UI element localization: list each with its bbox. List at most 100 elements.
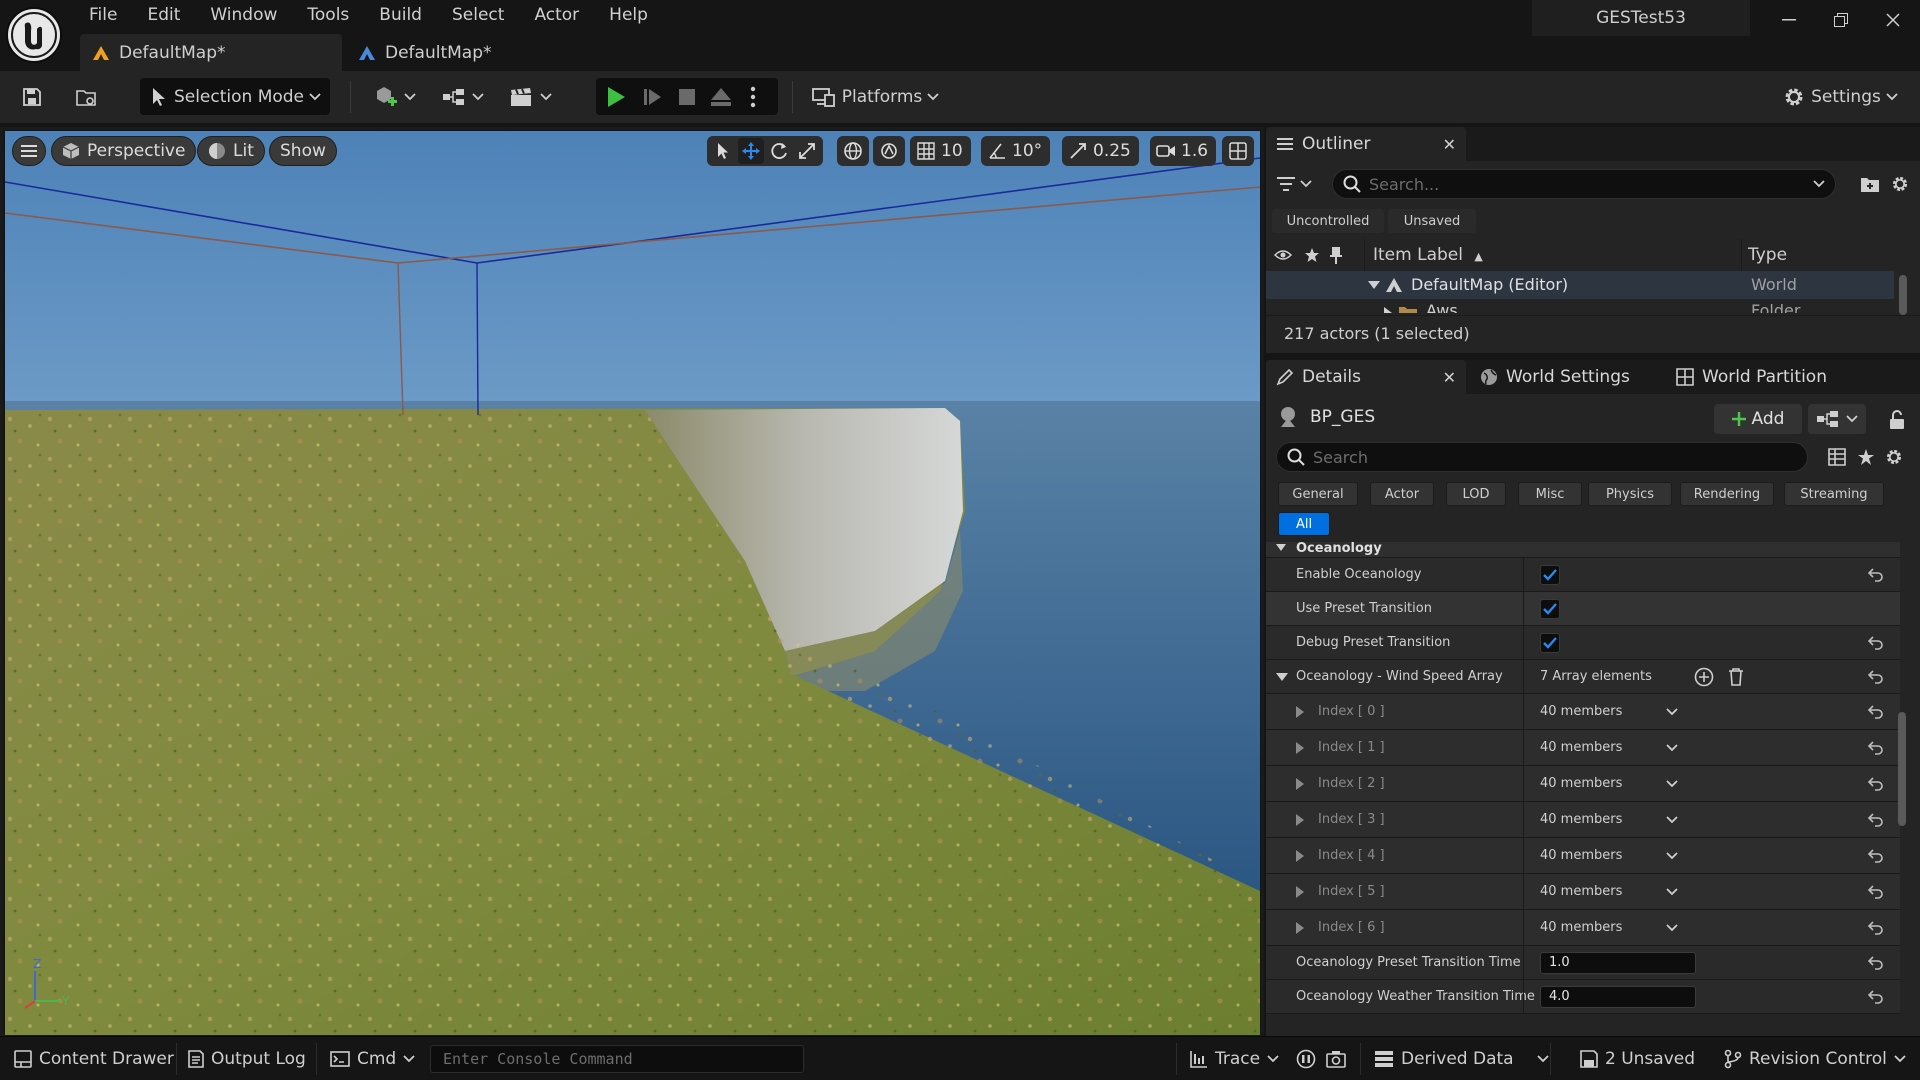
level-viewport[interactable]: Perspective Lit Show 10 10° 0.25 1.6 Z Y bbox=[5, 131, 1260, 1035]
stop-button[interactable] bbox=[670, 88, 704, 106]
reset-to-default-icon[interactable] bbox=[1868, 635, 1884, 650]
favorite-column-icon[interactable] bbox=[1304, 247, 1320, 263]
scale-snap-toggle[interactable] bbox=[1065, 138, 1091, 164]
add-element-icon[interactable] bbox=[1694, 667, 1714, 687]
trace-dropdown[interactable]: Trace bbox=[1190, 1037, 1279, 1080]
surface-snap-toggle[interactable] bbox=[876, 138, 902, 164]
reset-to-default-icon[interactable] bbox=[1868, 704, 1884, 719]
collapsed-arrow-icon[interactable] bbox=[1296, 849, 1304, 862]
coordinate-system-button[interactable] bbox=[837, 136, 869, 166]
output-log-button[interactable]: Output Log bbox=[188, 1037, 306, 1080]
scale-tool-button[interactable] bbox=[794, 138, 820, 164]
tab-world-partition[interactable]: World Partition bbox=[1666, 360, 1886, 394]
select-tool-button[interactable] bbox=[710, 138, 736, 164]
tab-defaultmap-secondary[interactable]: DefaultMap* bbox=[346, 34, 504, 71]
reset-to-default-icon[interactable] bbox=[1868, 989, 1884, 1004]
restore-button[interactable] bbox=[1816, 0, 1866, 40]
selection-mode-dropdown[interactable]: Selection Mode bbox=[140, 78, 330, 115]
reset-to-default-icon[interactable] bbox=[1868, 848, 1884, 863]
collapsed-arrow-icon[interactable] bbox=[1296, 813, 1304, 826]
outliner-row[interactable]: Aws Folder bbox=[1266, 299, 1894, 313]
outliner-search-input[interactable]: Search... bbox=[1332, 169, 1836, 199]
column-divider[interactable] bbox=[1523, 558, 1524, 1014]
add-component-button[interactable]: Add bbox=[1714, 404, 1802, 434]
enable-oceanology-checkbox[interactable] bbox=[1540, 564, 1560, 585]
filter-actor[interactable]: Actor bbox=[1370, 482, 1434, 506]
blueprint-options-button[interactable] bbox=[1808, 404, 1866, 434]
reset-to-default-icon[interactable] bbox=[1868, 567, 1884, 582]
camera-speed-control[interactable]: 1.6 bbox=[1150, 136, 1217, 166]
reset-to-default-icon[interactable] bbox=[1868, 955, 1884, 970]
unreal-logo-icon[interactable] bbox=[6, 7, 62, 63]
filter-lod[interactable]: LOD bbox=[1446, 482, 1506, 506]
collapsed-arrow-icon[interactable] bbox=[1296, 885, 1304, 898]
reset-to-default-icon[interactable] bbox=[1868, 812, 1884, 827]
reset-to-default-icon[interactable] bbox=[1868, 920, 1884, 935]
reset-to-default-icon[interactable] bbox=[1868, 740, 1884, 755]
play-button[interactable] bbox=[596, 86, 636, 108]
lit-dropdown[interactable]: Lit bbox=[197, 136, 265, 166]
gear-icon[interactable] bbox=[1884, 447, 1904, 467]
add-folder-button[interactable] bbox=[1860, 175, 1880, 193]
reset-to-default-icon[interactable] bbox=[1868, 776, 1884, 791]
expand-arrow-icon[interactable] bbox=[1276, 672, 1288, 681]
rotation-snap-toggle[interactable] bbox=[984, 138, 1010, 164]
close-icon[interactable]: ✕ bbox=[1443, 368, 1456, 387]
cinematics-button[interactable] bbox=[504, 78, 556, 115]
item-label-column-header[interactable]: Item Label ▲ bbox=[1364, 239, 1483, 271]
outliner-row-selected[interactable]: DefaultMap (Editor) World bbox=[1266, 271, 1894, 299]
filter-general[interactable]: General bbox=[1278, 482, 1358, 506]
save-button[interactable] bbox=[14, 78, 50, 115]
advance-frame-button[interactable] bbox=[636, 87, 670, 107]
screenshot-button[interactable] bbox=[1326, 1037, 1346, 1080]
collapsed-arrow-icon[interactable] bbox=[1296, 777, 1304, 790]
menu-build[interactable]: Build bbox=[364, 2, 437, 28]
close-window-button[interactable] bbox=[1868, 0, 1918, 40]
visibility-column-icon[interactable] bbox=[1274, 249, 1292, 261]
chevron-down-icon[interactable] bbox=[1666, 815, 1678, 824]
filter-unsaved-button[interactable]: Unsaved bbox=[1388, 209, 1476, 233]
record-button[interactable] bbox=[1296, 1037, 1316, 1080]
translate-tool-button[interactable] bbox=[738, 138, 764, 164]
collapsed-arrow-icon[interactable] bbox=[1384, 307, 1392, 313]
browse-button[interactable] bbox=[68, 78, 104, 115]
menu-window[interactable]: Window bbox=[195, 2, 292, 28]
viewport-menu-button[interactable] bbox=[12, 136, 46, 166]
pin-column-icon[interactable] bbox=[1330, 246, 1342, 264]
table-view-icon[interactable] bbox=[1828, 448, 1846, 466]
chevron-down-icon[interactable] bbox=[1666, 707, 1678, 716]
collapsed-arrow-icon[interactable] bbox=[1296, 705, 1304, 718]
layout-toggle[interactable] bbox=[1225, 138, 1251, 164]
scale-snap-control[interactable]: 0.25 bbox=[1062, 136, 1139, 166]
unsaved-button[interactable]: 2 Unsaved bbox=[1580, 1037, 1695, 1080]
chevron-down-icon[interactable] bbox=[1666, 923, 1678, 932]
outliner-settings-button[interactable] bbox=[1890, 174, 1910, 194]
cmd-dropdown[interactable]: Cmd bbox=[330, 1037, 415, 1080]
tab-defaultmap-active[interactable]: DefaultMap* bbox=[80, 34, 342, 71]
weather-transition-time-input[interactable]: 4.0 bbox=[1540, 985, 1696, 1008]
use-preset-transition-checkbox[interactable] bbox=[1540, 598, 1560, 619]
tab-outliner[interactable]: Outliner ✕ bbox=[1266, 127, 1466, 161]
close-icon[interactable]: ✕ bbox=[1443, 135, 1456, 154]
grid-snap-control[interactable]: 10 bbox=[910, 136, 971, 166]
filter-rendering[interactable]: Rendering bbox=[1680, 482, 1774, 506]
details-search-input[interactable]: Search bbox=[1276, 442, 1808, 472]
show-dropdown[interactable]: Show bbox=[269, 136, 337, 166]
menu-help[interactable]: Help bbox=[594, 2, 663, 28]
menu-tools[interactable]: Tools bbox=[292, 2, 364, 28]
filter-all[interactable]: All bbox=[1278, 512, 1330, 536]
perspective-dropdown[interactable]: Perspective bbox=[51, 136, 197, 166]
platforms-button[interactable]: Platforms bbox=[810, 78, 940, 115]
reset-to-default-icon[interactable] bbox=[1868, 884, 1884, 899]
console-command-input[interactable]: Enter Console Command bbox=[430, 1045, 804, 1073]
lock-icon[interactable] bbox=[1888, 410, 1906, 430]
add-content-button[interactable] bbox=[368, 78, 420, 115]
camera-speed-toggle[interactable] bbox=[1153, 138, 1179, 164]
filter-uncontrolled-button[interactable]: Uncontrolled bbox=[1272, 209, 1384, 233]
rotation-snap-control[interactable]: 10° bbox=[981, 136, 1051, 166]
section-header-oceanology[interactable]: Oceanology bbox=[1266, 542, 1900, 558]
tab-details[interactable]: Details ✕ bbox=[1266, 360, 1466, 394]
chevron-down-icon[interactable] bbox=[1666, 779, 1678, 788]
derived-data-dropdown[interactable]: Derived Data bbox=[1374, 1037, 1549, 1080]
world-space-button[interactable] bbox=[840, 138, 866, 164]
